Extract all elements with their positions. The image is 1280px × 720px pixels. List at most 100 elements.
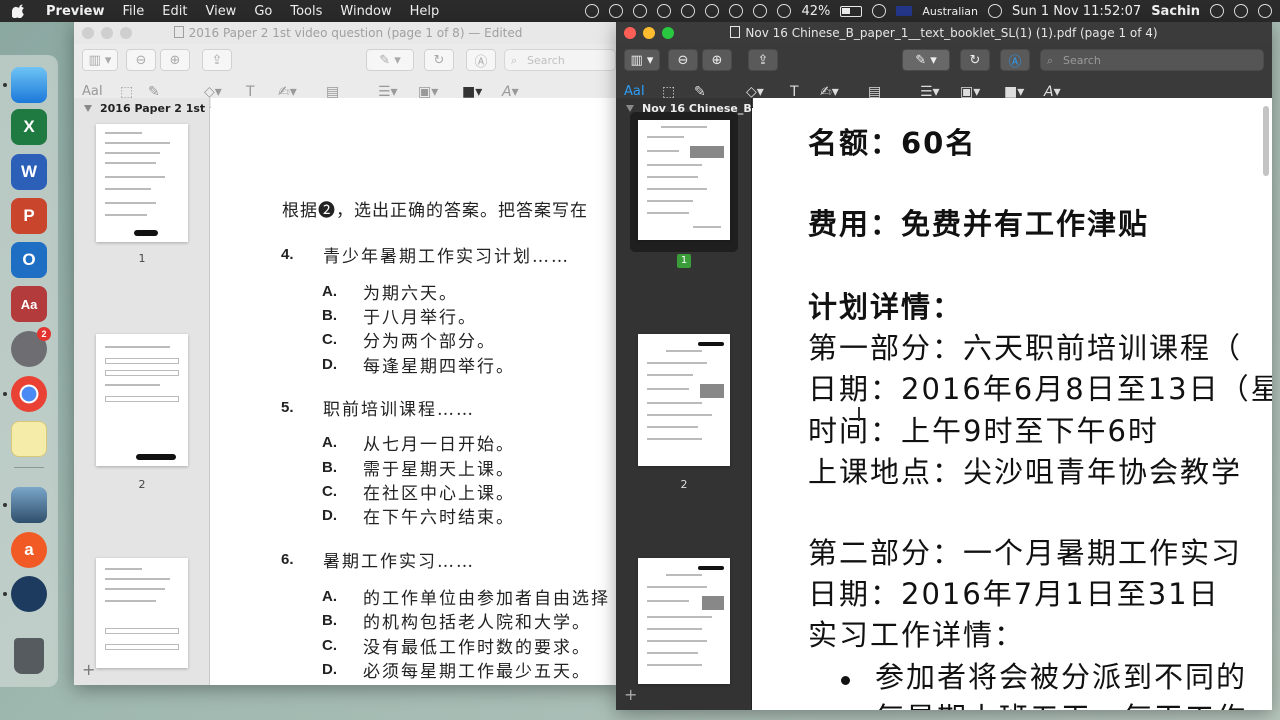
page-thumbnail-2[interactable]: [96, 334, 188, 466]
doc-line-time: 时间：上午9时至下午6时: [808, 414, 1159, 448]
bullet-point: [841, 676, 850, 685]
time-machine-icon[interactable]: [705, 4, 720, 18]
battery-percent[interactable]: 42%: [801, 4, 830, 19]
text-selection-icon[interactable]: AaI: [624, 84, 645, 99]
minimize-button[interactable]: [643, 27, 655, 39]
share-button[interactable]: ⇪: [748, 49, 778, 71]
zoom-out-button[interactable]: ⊖: [668, 49, 698, 71]
running-indicator: [3, 503, 7, 507]
text-selection-icon[interactable]: AaI: [82, 84, 103, 99]
doc-line-location: 上课地点：尖沙咀青年协会教学: [808, 455, 1243, 489]
menu-edit[interactable]: Edit: [162, 4, 187, 19]
markup-button[interactable]: Ⓐ: [466, 49, 496, 71]
dictionary-icon[interactable]: Aa: [11, 286, 47, 322]
zoom-in-button[interactable]: ⊕: [160, 49, 190, 71]
sidebar-toggle-button[interactable]: ▥ ▾: [624, 49, 660, 71]
search-field[interactable]: ⌕ Search: [504, 49, 616, 71]
input-source[interactable]: Australian: [922, 5, 978, 18]
doc-line-internship-details: 实习工作详情：: [808, 618, 1026, 652]
option-text: 必须每星期工作最少五天。: [363, 662, 591, 682]
battery-icon[interactable]: [840, 5, 863, 17]
notification-center-icon[interactable]: [1258, 4, 1272, 18]
option-text: 没有最低工作时数的要求。: [363, 638, 591, 658]
quicktime-icon[interactable]: [11, 576, 47, 612]
markup-button[interactable]: Ⓐ: [1000, 49, 1030, 71]
volume-icon[interactable]: [988, 4, 1003, 18]
sync-icon[interactable]: [609, 4, 624, 18]
menu-tools[interactable]: Tools: [290, 4, 322, 19]
powerpoint-icon[interactable]: P: [11, 198, 47, 234]
option-letter: C.: [322, 483, 337, 500]
avast-icon[interactable]: a: [11, 532, 47, 568]
text-cursor: [858, 407, 860, 421]
preview-icon[interactable]: [11, 487, 47, 523]
zoom-button[interactable]: [662, 27, 674, 39]
document-view: 名额：60名 费用：免费并有工作津贴 计划详情： 第一部分：六天职前培训课程（ …: [753, 98, 1272, 710]
close-button[interactable]: [624, 27, 636, 39]
menu-window[interactable]: Window: [340, 4, 391, 19]
flag-icon[interactable]: [896, 6, 913, 16]
share-button[interactable]: ⇪: [202, 49, 232, 71]
minimize-button[interactable]: [101, 27, 113, 39]
cloud-icon[interactable]: [633, 4, 648, 18]
antivirus-icon[interactable]: [681, 4, 696, 18]
sidebar-toggle-button[interactable]: ▥ ▾: [82, 49, 118, 71]
page-thumbnail-2[interactable]: [638, 334, 730, 466]
wrench-icon[interactable]: [657, 4, 672, 18]
doc-line-date-1: 日期：2016年6月8日至13日（星: [808, 372, 1272, 406]
clock[interactable]: Sun 1 Nov 11:52:07: [1012, 4, 1141, 19]
user-name[interactable]: Sachin: [1151, 4, 1200, 19]
outlook-icon[interactable]: O: [11, 242, 47, 278]
menu-go[interactable]: Go: [254, 4, 272, 19]
notes-icon[interactable]: [11, 421, 47, 457]
rotate-button[interactable]: ↻: [960, 49, 990, 71]
word-icon[interactable]: W: [11, 154, 47, 190]
search-icon: ⌕: [1047, 54, 1054, 67]
bluetooth-icon[interactable]: [729, 4, 744, 18]
finder-icon[interactable]: [11, 67, 47, 103]
toolbar: ▥ ▾ ⊖ ⊕ ⇪ ✎ ▾ ↻ Ⓐ ⌕ Search: [616, 44, 1272, 76]
add-page-icon[interactable]: +: [82, 660, 95, 679]
window-title: Nov 16 Chinese_B_paper_1__text_booklet_S…: [745, 26, 1158, 40]
chrome-icon[interactable]: [11, 376, 47, 412]
page-number-2: 2: [680, 478, 688, 491]
page-thumbnail-3[interactable]: [638, 558, 730, 684]
page-thumbnail-3[interactable]: [96, 558, 188, 668]
trash-icon[interactable]: [14, 638, 44, 674]
menu-help[interactable]: Help: [410, 4, 440, 19]
disclosure-triangle-icon[interactable]: [84, 105, 92, 112]
excel-icon[interactable]: X: [11, 109, 47, 145]
notification-badge: 2: [37, 327, 51, 341]
search-field[interactable]: ⌕ Search: [1040, 49, 1264, 71]
title-bar: Nov 16 Chinese_B_paper_1__text_booklet_S…: [616, 22, 1272, 44]
zoom-in-button[interactable]: ⊕: [702, 49, 732, 71]
record-icon[interactable]: [585, 4, 600, 18]
keyboard-icon[interactable]: [777, 4, 792, 18]
siri-icon[interactable]: [1234, 4, 1248, 18]
menu-view[interactable]: View: [205, 4, 236, 19]
status-area: 42% Australian Sun 1 Nov 11:52:07 Sachin: [575, 0, 1272, 22]
sidebar-document-title[interactable]: 2016 Paper 2 1st v...: [74, 98, 209, 120]
zoom-button[interactable]: [120, 27, 132, 39]
menu-app-name[interactable]: Preview: [46, 4, 105, 19]
spotlight-icon[interactable]: [1210, 4, 1224, 18]
disclosure-triangle-icon[interactable]: [626, 105, 634, 112]
airplay-icon[interactable]: [753, 4, 768, 18]
doc-line-part-one: 第一部分：六天职前培训课程（: [808, 331, 1243, 365]
close-button[interactable]: [82, 27, 94, 39]
search-placeholder: Search: [1063, 54, 1101, 67]
apple-menu-icon[interactable]: [12, 4, 26, 18]
page-thumbnail-1[interactable]: [96, 124, 188, 242]
system-preferences-icon[interactable]: 2: [11, 327, 51, 367]
highlight-button[interactable]: ✎ ▾: [366, 49, 414, 71]
page-thumbnail-1[interactable]: [638, 120, 730, 240]
highlight-button[interactable]: ✎ ▾: [902, 49, 950, 71]
vertical-scrollbar[interactable]: [1263, 106, 1269, 176]
add-page-icon[interactable]: +: [624, 685, 637, 704]
zoom-out-button[interactable]: ⊖: [126, 49, 156, 71]
rotate-button[interactable]: ↻: [424, 49, 454, 71]
question-text: 青少年暑期工作实习计划……: [323, 247, 570, 267]
menu-file[interactable]: File: [123, 4, 145, 19]
question-instruction: 根据❷，选出正确的答案。把答案写在: [282, 201, 588, 221]
wifi-icon[interactable]: [872, 4, 887, 18]
